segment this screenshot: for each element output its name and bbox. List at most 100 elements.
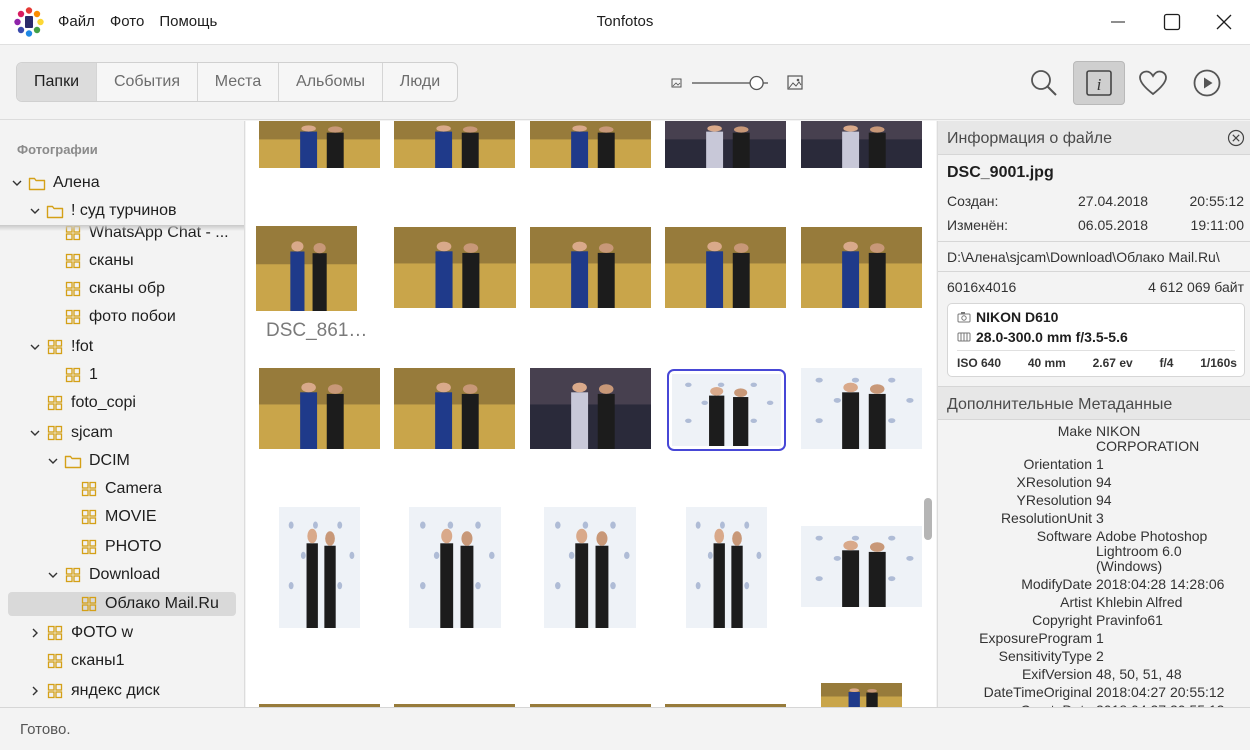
search-button[interactable] — [1018, 61, 1070, 105]
zoom-slider[interactable] — [670, 73, 806, 93]
sidebar-item[interactable]: PHOTO — [62, 535, 162, 559]
sidebar-item[interactable]: яндекс диск — [28, 679, 160, 703]
photo-thumbnail[interactable] — [394, 121, 515, 168]
exif-summary: ISO 640 40 mm 2.67 ev f/4 1/160s — [957, 356, 1237, 370]
photo-thumbnail[interactable] — [279, 507, 360, 628]
divider — [938, 271, 1250, 272]
photo-thumbnail[interactable] — [256, 226, 357, 311]
chevron-down-icon — [12, 180, 22, 186]
sidebar-item[interactable]: ! суд турчинов — [28, 199, 243, 223]
photo-thumbnail[interactable] — [530, 227, 651, 308]
sticky-header-shadow — [0, 225, 244, 231]
sidebar-item[interactable]: Облако Mail.Ru — [8, 592, 236, 616]
photo-thumbnail[interactable] — [686, 507, 767, 628]
photo-thumbnail[interactable] — [259, 121, 380, 168]
sidebar-item[interactable]: sjcam — [28, 421, 113, 445]
photo-thumbnail[interactable] — [259, 368, 380, 449]
photo-thumbnail[interactable] — [801, 227, 922, 308]
photo-thumbnail[interactable] — [394, 227, 516, 308]
tab-events[interactable]: События — [97, 63, 198, 101]
metadata-value: 94 — [1096, 492, 1112, 508]
tree-toggle — [62, 540, 76, 554]
photo-thumbnail[interactable] — [801, 526, 922, 607]
modified-row: Изменён: 06.05.2018 19:11:00 — [947, 217, 1244, 233]
tree-toggle — [46, 310, 60, 324]
photo-thumbnail[interactable] — [801, 368, 922, 449]
tree-toggle[interactable] — [28, 684, 42, 698]
photo-folder-icon — [81, 509, 97, 525]
photo-thumbnail[interactable] — [665, 121, 786, 168]
tab-albums[interactable]: Альбомы — [279, 63, 383, 101]
modified-label: Изменён: — [947, 217, 1009, 233]
photo-thumbnail[interactable] — [409, 507, 501, 628]
tree-toggle[interactable] — [46, 568, 60, 582]
chevron-right-icon — [32, 628, 38, 638]
chevron-down-icon — [48, 572, 58, 578]
sidebar-item[interactable]: фото побои — [46, 305, 176, 329]
photo-thumbnail[interactable] — [394, 368, 515, 449]
photo-folder-icon — [47, 625, 63, 641]
photo-folder-icon — [47, 425, 63, 441]
photo-thumbnail[interactable] — [821, 683, 902, 707]
sidebar-item[interactable]: сканы — [46, 249, 134, 273]
photo-folder-icon — [65, 253, 81, 269]
tab-people[interactable]: Люди — [383, 63, 457, 101]
photo-thumbnail[interactable] — [665, 227, 786, 308]
close-panel-icon[interactable] — [1227, 129, 1245, 147]
lens-model: 28.0-300.0 mm f/3.5-5.6 — [976, 329, 1128, 345]
photo-thumbnail[interactable] — [530, 121, 651, 168]
photo-thumbnail[interactable] — [530, 368, 651, 449]
tree-toggle[interactable] — [28, 626, 42, 640]
title-bar: Файл Фото Помощь Tonfotos — [0, 0, 1250, 44]
sidebar-item[interactable]: Download — [46, 563, 160, 587]
exif-iso: ISO 640 — [957, 356, 1002, 370]
minimize-button[interactable] — [1095, 7, 1141, 37]
sidebar-item[interactable]: !fot — [28, 335, 93, 359]
photo-folder-icon-wrap — [80, 509, 98, 525]
play-icon — [1193, 69, 1221, 97]
sidebar-item[interactable]: сканы1 — [28, 649, 124, 673]
metadata-value: 2018:04:28 14:28:06 — [1096, 576, 1225, 592]
metadata-row: XResolution 94 — [938, 475, 1250, 490]
sidebar-item[interactable]: foto_copi — [28, 391, 136, 415]
metadata-row: Copyright Pravinfo61 — [938, 613, 1250, 628]
photo-thumbnail[interactable] — [801, 121, 922, 168]
maximize-button[interactable] — [1149, 7, 1195, 37]
favorite-button[interactable] — [1127, 61, 1179, 105]
grid-scrollbar[interactable] — [924, 498, 932, 540]
tree-toggle[interactable] — [28, 340, 42, 354]
tab-folders[interactable]: Папки — [17, 63, 97, 101]
sidebar-item[interactable]: MOVIE — [62, 505, 157, 529]
folder-icon — [28, 177, 46, 190]
photo-folder-icon-wrap — [46, 625, 64, 641]
svg-text:i: i — [1097, 75, 1102, 94]
folder-icon — [46, 205, 64, 218]
sidebar-item[interactable]: Алена — [10, 171, 100, 195]
metadata-value: 2 — [1096, 648, 1104, 664]
dimensions-row: 6016x4016 4 612 069 байт — [947, 279, 1244, 295]
tree-toggle[interactable] — [46, 454, 60, 468]
file-info-panel: Информация о файле DSC_9001.jpg Создан: … — [937, 121, 1250, 707]
info-icon: i — [1086, 70, 1112, 96]
sidebar-item[interactable]: DCIM — [46, 449, 130, 473]
created-date: 27.04.2018 — [1078, 193, 1149, 209]
slideshow-button[interactable] — [1181, 61, 1233, 105]
maximize-icon — [1163, 13, 1181, 31]
sidebar-item[interactable]: Camera — [62, 477, 162, 501]
tree-toggle[interactable] — [28, 426, 42, 440]
close-button[interactable] — [1201, 7, 1247, 37]
info-button[interactable]: i — [1073, 61, 1125, 105]
divider — [957, 350, 1235, 351]
sidebar-item[interactable]: сканы обр — [46, 277, 165, 301]
photo-thumbnail[interactable] — [544, 507, 636, 628]
tree-toggle[interactable] — [28, 204, 42, 218]
sidebar-item[interactable]: 1 — [46, 363, 98, 387]
tree-toggle[interactable] — [10, 176, 24, 190]
created-time: 20:55:12 — [1189, 193, 1245, 209]
photo-thumbnail[interactable] — [667, 369, 786, 451]
zoom-slider-knob[interactable] — [749, 75, 764, 91]
sidebar-item[interactable]: ФОТО w — [28, 621, 133, 645]
sidebar-item-label: сканы обр — [89, 280, 165, 297]
tab-places[interactable]: Места — [198, 63, 279, 101]
photo-folder-icon — [47, 653, 63, 669]
